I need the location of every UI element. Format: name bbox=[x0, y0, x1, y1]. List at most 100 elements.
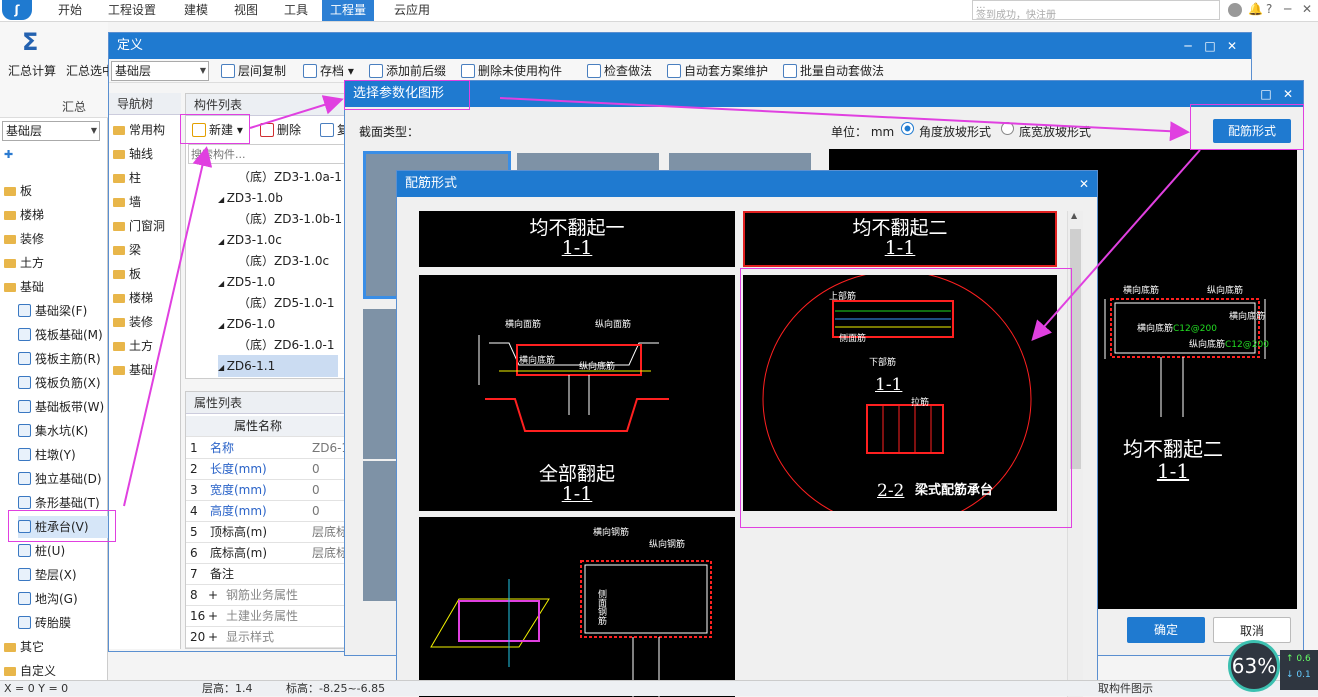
nav-tree-item[interactable]: 门窗洞 bbox=[113, 215, 165, 237]
property-row[interactable]: 3 宽度(mm) 0 bbox=[186, 480, 350, 501]
nav-tree-item[interactable]: 基础 bbox=[113, 359, 153, 381]
help-icon[interactable]: ? bbox=[1266, 2, 1272, 16]
property-row[interactable]: 6 底标高(m) 层底标 bbox=[186, 543, 350, 564]
nav-tree-item[interactable]: 土方 bbox=[113, 335, 153, 357]
menu-start[interactable]: 开始 bbox=[50, 0, 90, 21]
component-item[interactable]: ◢ ZD5-1.0 bbox=[218, 271, 275, 293]
folder-icon bbox=[113, 198, 125, 207]
performance-gauge[interactable]: 63% bbox=[1228, 640, 1280, 692]
menu-view[interactable]: 视图 bbox=[226, 0, 266, 21]
delete-component-button[interactable]: 删除 bbox=[260, 118, 301, 142]
component-item[interactable]: （底）ZD3-1.0c bbox=[238, 250, 329, 272]
tree-item[interactable]: 桩(U) bbox=[18, 540, 65, 562]
close-icon[interactable]: ✕ bbox=[1221, 33, 1243, 59]
tree-item[interactable]: 筏板负筋(X) bbox=[18, 372, 101, 394]
nav-tree-item[interactable]: 柱 bbox=[113, 167, 141, 189]
minimize-icon[interactable]: ─ bbox=[1177, 33, 1199, 59]
nav-tree-item[interactable]: 梁 bbox=[113, 239, 141, 261]
expand-icon[interactable]: + bbox=[208, 606, 218, 627]
property-value[interactable]: 层底标 bbox=[312, 522, 348, 543]
tree-item[interactable]: 地沟(G) bbox=[18, 588, 78, 610]
menu-project-settings[interactable]: 工程设置 bbox=[100, 0, 164, 21]
menu-modeling[interactable]: 建模 bbox=[176, 0, 216, 21]
radio-angle-slope[interactable] bbox=[901, 122, 914, 135]
property-row[interactable]: 8 + 钢筋业务属性 bbox=[186, 585, 350, 606]
component-item[interactable]: ◢ ZD6-1.0 bbox=[218, 313, 275, 335]
tree-item[interactable]: 装修 bbox=[4, 228, 44, 250]
nav-tree-item[interactable]: 楼梯 bbox=[113, 287, 153, 309]
component-icon bbox=[18, 328, 31, 341]
tree-item[interactable]: 柱墩(Y) bbox=[18, 444, 76, 466]
component-item[interactable]: ◢ ZD6-1.1 bbox=[218, 355, 338, 377]
property-row[interactable]: 20 + 显示样式 bbox=[186, 627, 350, 648]
nav-tree-item[interactable]: 墙 bbox=[113, 191, 141, 213]
menu-quantity[interactable]: 工程量 bbox=[322, 0, 375, 21]
notice-box[interactable]: ... 签到成功，快注册 bbox=[972, 0, 1220, 20]
property-value[interactable]: 0 bbox=[312, 480, 320, 501]
tree-item[interactable]: 垫层(X) bbox=[18, 564, 77, 586]
nav-tree-item[interactable]: 装修 bbox=[113, 311, 153, 333]
menu-cloud[interactable]: 云应用 bbox=[386, 0, 438, 21]
property-value[interactable]: 0 bbox=[312, 459, 320, 480]
expand-icon[interactable]: ◢ bbox=[218, 195, 227, 204]
expand-icon[interactable]: + bbox=[208, 627, 218, 648]
tree-item[interactable]: 基础梁(F) bbox=[18, 300, 87, 322]
app-logo[interactable]: ʃ bbox=[2, 0, 32, 20]
avatar[interactable] bbox=[1228, 3, 1242, 17]
rebar-option-3[interactable]: 横向面筋 纵向面筋 横向底筋 纵向底筋 全部翻起 1-1 bbox=[419, 275, 735, 511]
tree-item[interactable]: 自定义 bbox=[4, 660, 56, 682]
property-row[interactable]: 7 备注 bbox=[186, 564, 350, 585]
tree-item[interactable]: 土方 bbox=[4, 252, 44, 274]
component-item[interactable]: （底）ZD3-1.0b-1 bbox=[238, 208, 342, 230]
scroll-up-icon[interactable]: ▲ bbox=[1071, 211, 1077, 220]
expand-icon[interactable]: ◢ bbox=[218, 321, 227, 330]
menu-tools[interactable]: 工具 bbox=[276, 0, 316, 21]
tree-item[interactable]: 其它 bbox=[4, 636, 44, 658]
nav-tree-item[interactable]: 常用构 bbox=[113, 119, 165, 141]
nav-tree-item[interactable]: 轴线 bbox=[113, 143, 153, 165]
close-icon[interactable]: ✕ bbox=[1302, 2, 1312, 16]
rebar-option-2[interactable]: 均不翻起二 1-1 bbox=[743, 211, 1057, 267]
property-row[interactable]: 4 高度(mm) 0 bbox=[186, 501, 350, 522]
copy-layer-button[interactable]: 层间复制 bbox=[221, 59, 286, 83]
tree-item[interactable]: 集水坑(K) bbox=[18, 420, 88, 442]
calc-all-button[interactable]: 汇总计算 bbox=[8, 62, 56, 79]
bell-icon[interactable]: 🔔 bbox=[1248, 2, 1263, 16]
ok-button[interactable]: 确定 bbox=[1127, 617, 1205, 643]
expand-icon[interactable]: + bbox=[208, 585, 218, 606]
component-item[interactable]: （底）ZD5-1.0-1 bbox=[238, 292, 334, 314]
nav-tree-item[interactable]: 板 bbox=[113, 263, 141, 285]
rebar-option-1[interactable]: 均不翻起一 1-1 bbox=[419, 211, 735, 267]
tree-item[interactable]: 基础板带(W) bbox=[18, 396, 104, 418]
close-icon[interactable]: ✕ bbox=[1073, 171, 1095, 197]
expand-icon[interactable]: ◢ bbox=[218, 363, 227, 372]
tree-item[interactable]: 板 bbox=[4, 180, 32, 202]
tree-item[interactable]: 筏板主筋(R) bbox=[18, 348, 101, 370]
tree-item[interactable]: 独立基础(D) bbox=[18, 468, 102, 490]
tree-item[interactable]: 筏板基础(M) bbox=[18, 324, 103, 346]
property-value[interactable]: 0 bbox=[312, 501, 320, 522]
component-item[interactable]: ◢ ZD3-1.0c bbox=[218, 229, 282, 251]
tree-item[interactable]: 基础 bbox=[4, 276, 44, 298]
define-layer-select[interactable]: 基础层 ▼ bbox=[111, 61, 209, 81]
component-item[interactable]: （底）ZD6-1.0-1 bbox=[238, 334, 334, 356]
rebar-option-5[interactable]: 横向钢筋 纵向钢筋 侧面钢筋 bbox=[419, 517, 735, 697]
property-row[interactable]: 1 名称 ZD6-1 bbox=[186, 438, 350, 459]
component-item[interactable]: （底）ZD3-1.0a-1 bbox=[238, 166, 342, 188]
property-value[interactable]: 层底标 bbox=[312, 543, 348, 564]
maximize-icon[interactable]: □ bbox=[1199, 33, 1221, 59]
expand-icon[interactable]: ◢ bbox=[218, 237, 227, 246]
radio-bottom-width[interactable] bbox=[1001, 122, 1014, 135]
minimize-icon[interactable]: ─ bbox=[1284, 2, 1291, 16]
calc-selected-button[interactable]: 汇总选中 bbox=[66, 62, 108, 79]
property-row[interactable]: 5 顶标高(m) 层底标 bbox=[186, 522, 350, 543]
layer-select[interactable]: 基础层 ▼ bbox=[2, 121, 100, 141]
property-row[interactable]: 2 长度(mm) 0 bbox=[186, 459, 350, 480]
tree-item[interactable]: 砖胎膜 bbox=[18, 612, 71, 634]
tree-item[interactable]: 楼梯 bbox=[4, 204, 44, 226]
add-icon[interactable]: ✚ bbox=[4, 148, 13, 161]
expand-icon[interactable]: ◢ bbox=[218, 279, 227, 288]
component-item[interactable]: ◢ ZD3-1.0b bbox=[218, 187, 283, 209]
property-row[interactable]: 16 + 土建业务属性 bbox=[186, 606, 350, 627]
component-search-input[interactable] bbox=[188, 144, 348, 164]
